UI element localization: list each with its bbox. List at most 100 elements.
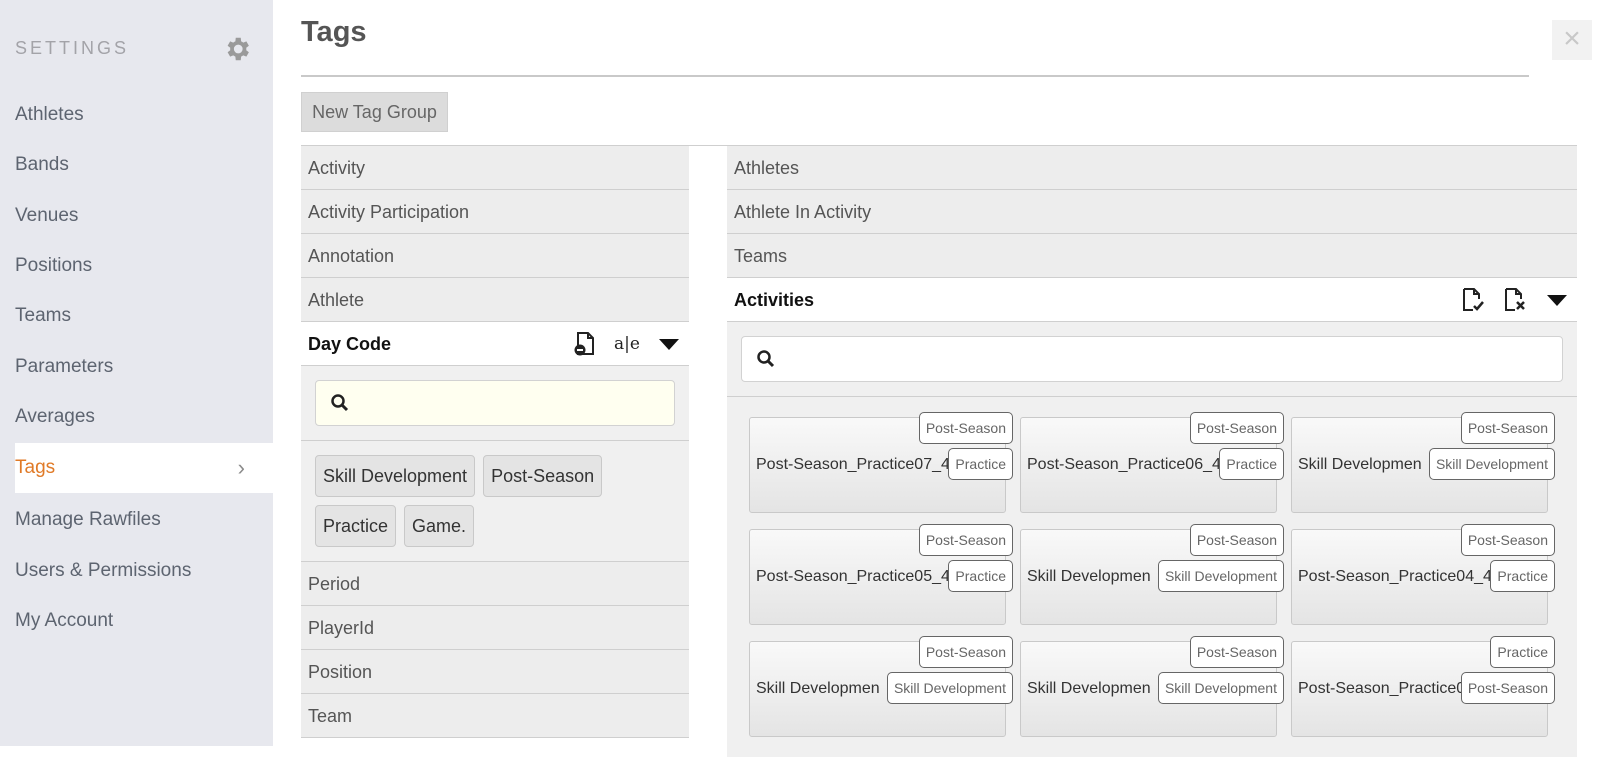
tag-label: Practice — [1219, 448, 1284, 480]
activity-card[interactable]: Skill Developmen Post-Season Skill Devel… — [1020, 524, 1284, 625]
tag-label: Post-Season — [1189, 524, 1284, 556]
activity-name: Post-Season_Practice04_4- — [1298, 568, 1493, 585]
activities-grid: Post-Season_Practice07_4- Post-Season Pr… — [727, 397, 1577, 757]
activity-card[interactable]: Post-Season_Practice04_4- Post-Season Pr… — [1291, 524, 1555, 625]
activity-card[interactable]: Skill Developmen Post-Season Skill Devel… — [1291, 412, 1555, 513]
new-tag-group-button[interactable]: New Tag Group — [301, 92, 448, 132]
tag-group-playerid[interactable]: PlayerId — [301, 606, 689, 650]
activity-card[interactable]: Skill Developmen Post-Season Skill Devel… — [1020, 636, 1284, 737]
group-tools — [1459, 278, 1571, 322]
sidebar-item-athletes[interactable]: Athletes — [15, 90, 273, 140]
file-remove-icon[interactable] — [1501, 286, 1529, 314]
activity-name: Skill Developmen — [1027, 568, 1151, 585]
sidebar-item-tags[interactable]: Tags › — [15, 443, 273, 493]
sidebar-item-label: Tags — [15, 457, 56, 478]
tag-group-activity-participation[interactable]: Activity Participation — [301, 190, 689, 234]
tag-group-activities[interactable]: Activities — [727, 278, 1577, 322]
tag-chip[interactable]: Post-Season — [483, 455, 603, 497]
right-tag-groups: Athletes Athlete In Activity Teams Activ… — [727, 146, 1577, 757]
sidebar-item-venues[interactable]: Venues — [15, 191, 273, 241]
sidebar-item-label: Teams — [15, 305, 71, 326]
sidebar-item-teams[interactable]: Teams — [15, 291, 273, 341]
tag-label: Practice — [948, 448, 1013, 480]
page-title: Tags — [301, 16, 367, 48]
tag-label: Post-Season — [1189, 412, 1284, 444]
tag-group-activity[interactable]: Activity — [301, 146, 689, 190]
search-input[interactable] — [786, 345, 1066, 373]
tag-group-team[interactable]: Team — [301, 694, 689, 738]
search-input[interactable] — [360, 389, 640, 417]
activity-card[interactable]: Skill Developmen Post-Season Skill Devel… — [749, 636, 1013, 737]
tag-label: Post-Season — [1189, 636, 1284, 668]
activity-name: Post-Season_Practice06_4- — [1027, 456, 1222, 473]
tag-label: Skill Development — [1428, 448, 1555, 480]
sidebar-item-manage-rawfiles[interactable]: Manage Rawfiles — [15, 495, 273, 545]
settings-header: SETTINGS — [15, 34, 255, 64]
tag-label: Post-Season — [1460, 672, 1555, 704]
activity-name: Skill Developmen — [1298, 456, 1422, 473]
file-check-icon[interactable] — [1459, 286, 1487, 314]
activity-name: Post-Season_Practice0 — [1298, 680, 1463, 697]
sidebar-item-label: Averages — [15, 406, 95, 427]
tag-group-annotation[interactable]: Annotation — [301, 234, 689, 278]
sidebar-item-label: Users & Permissions — [15, 560, 192, 581]
settings-title: SETTINGS — [15, 38, 130, 58]
tag-group-athlete[interactable]: Athlete — [301, 278, 689, 322]
day-code-search-wrap — [301, 366, 689, 441]
sidebar-item-bands[interactable]: Bands — [15, 140, 273, 190]
tag-label: Skill Development — [886, 672, 1013, 704]
day-code-search[interactable] — [315, 380, 675, 426]
tag-group-day-code[interactable]: Day Code a|e — [301, 322, 689, 366]
tag-label: Practice — [948, 560, 1013, 592]
tag-group-period[interactable]: Period — [301, 562, 689, 606]
rename-icon[interactable]: a|e — [613, 330, 641, 358]
tag-label: Skill Development — [1157, 672, 1284, 704]
day-code-chips: Skill Development Post-Season Practice G… — [301, 441, 689, 562]
search-icon — [330, 393, 350, 418]
left-tag-groups: Activity Activity Participation Annotati… — [301, 146, 689, 738]
activity-card[interactable]: Post-Season_Practice07_4- Post-Season Pr… — [749, 412, 1013, 513]
tag-group-label: Day Code — [308, 334, 392, 354]
sidebar-item-label: My Account — [15, 610, 114, 631]
activity-card[interactable]: Post-Season_Practice0 Practice Post-Seas… — [1291, 636, 1555, 737]
tag-label: Post-Season — [918, 524, 1013, 556]
tag-group-athlete-in-activity[interactable]: Athlete In Activity — [727, 190, 1577, 234]
close-icon: × — [1563, 22, 1581, 55]
gear-icon[interactable] — [222, 34, 252, 64]
tag-label: Post-Season — [1460, 524, 1555, 556]
activities-search[interactable] — [741, 336, 1563, 382]
close-button[interactable]: × — [1552, 20, 1592, 60]
tag-group-position[interactable]: Position — [301, 650, 689, 694]
tag-label: Practice — [1490, 560, 1555, 592]
search-icon — [756, 349, 776, 374]
dropdown-triangle-icon[interactable] — [655, 330, 683, 358]
tag-chip[interactable]: Game. — [404, 505, 475, 547]
settings-sidebar: SETTINGS Athletes Bands Venues Positions… — [0, 0, 273, 746]
sidebar-item-label: Manage Rawfiles — [15, 509, 161, 530]
sidebar-item-users-permissions[interactable]: Users & Permissions — [15, 546, 273, 596]
sidebar-item-label: Bands — [15, 154, 69, 175]
sidebar-item-label: Positions — [15, 255, 93, 276]
activity-name: Post-Season_Practice07_4- — [756, 456, 951, 473]
tag-chip[interactable]: Skill Development — [315, 455, 476, 497]
activity-name: Skill Developmen — [756, 680, 880, 697]
sidebar-item-parameters[interactable]: Parameters — [15, 342, 273, 392]
tag-label: Post-Season — [918, 636, 1013, 668]
delete-file-icon[interactable] — [571, 330, 599, 358]
tag-group-teams[interactable]: Teams — [727, 234, 1577, 278]
tag-label: Post-Season — [918, 412, 1013, 444]
sidebar-item-label: Parameters — [15, 356, 114, 377]
sidebar-item-label: Venues — [15, 205, 79, 226]
sidebar-item-averages[interactable]: Averages — [15, 392, 273, 442]
tag-chip[interactable]: Practice — [315, 505, 397, 547]
group-tools: a|e — [571, 322, 683, 366]
tag-label: Post-Season — [1460, 412, 1555, 444]
tag-label: Skill Development — [1157, 560, 1284, 592]
activity-card[interactable]: Post-Season_Practice05_4- Post-Season Pr… — [749, 524, 1013, 625]
activity-name: Post-Season_Practice05_4- — [756, 568, 951, 585]
tag-group-athletes[interactable]: Athletes — [727, 146, 1577, 190]
sidebar-item-my-account[interactable]: My Account — [15, 596, 273, 646]
sidebar-item-positions[interactable]: Positions — [15, 241, 273, 291]
activity-card[interactable]: Post-Season_Practice06_4- Post-Season Pr… — [1020, 412, 1284, 513]
dropdown-triangle-icon[interactable] — [1543, 286, 1571, 314]
